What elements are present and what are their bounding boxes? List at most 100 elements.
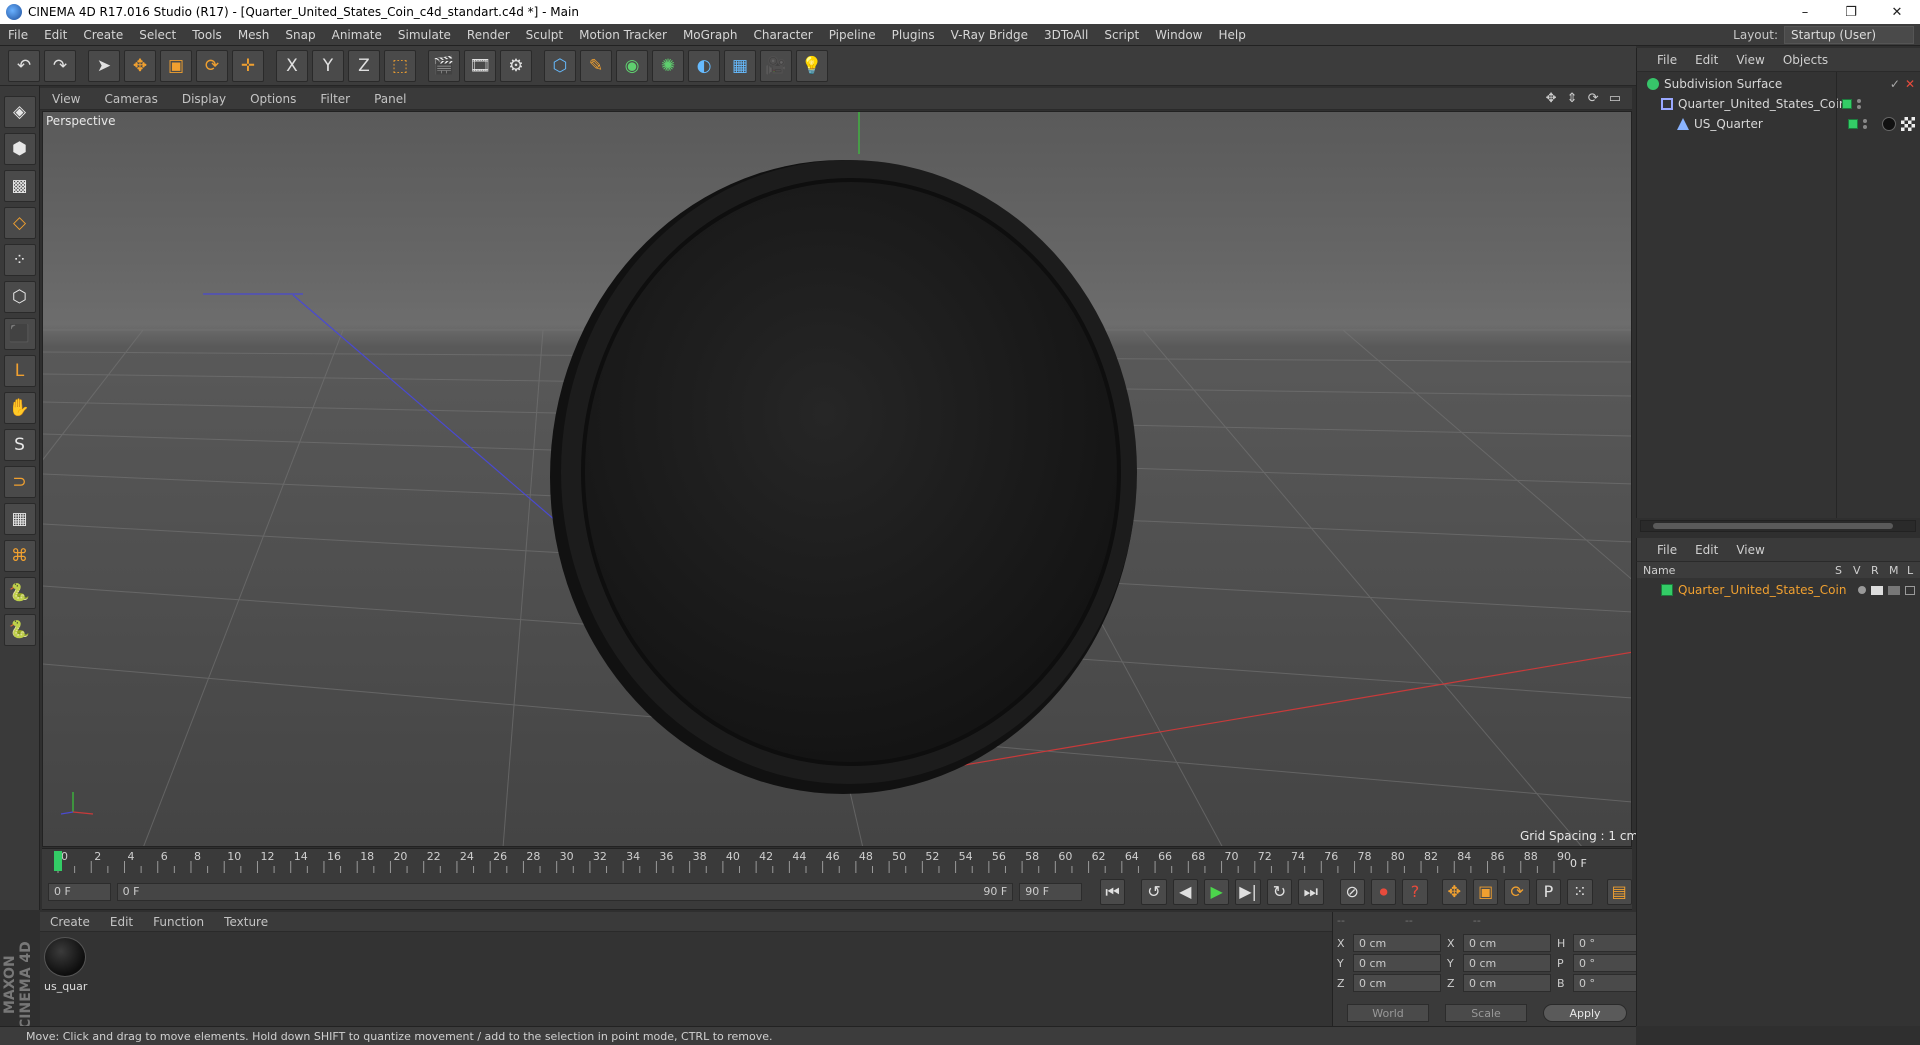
undo-icon[interactable]: ↶ xyxy=(8,49,40,82)
size-y-field[interactable]: 0 cm xyxy=(1463,954,1551,972)
autokey-help-icon[interactable]: ? xyxy=(1402,878,1428,905)
perspective-viewport[interactable] xyxy=(42,111,1632,847)
timeline-ruler[interactable]: 0 2 4 6 8 10 12 14 16 18 20 22 24 26 28 30 32 34 36 38 40 42 4… xyxy=(42,848,1632,874)
uvw-tag-icon[interactable] xyxy=(1901,117,1915,131)
key-rotation-icon[interactable]: ⟳ xyxy=(1504,878,1530,905)
menu-sculpt[interactable]: Sculpt xyxy=(518,28,571,42)
previous-frame-icon[interactable]: ◀ xyxy=(1172,878,1199,905)
axis-mode-icon[interactable]: L xyxy=(3,355,36,387)
key-position-icon[interactable]: ✥ xyxy=(1441,878,1468,905)
menu-character[interactable]: Character xyxy=(745,28,820,42)
close-button[interactable]: ✕ xyxy=(1874,5,1920,20)
menu-animate[interactable]: Animate xyxy=(324,28,390,42)
cloner-icon[interactable]: ✺ xyxy=(652,49,684,82)
minimize-button[interactable]: – xyxy=(1782,5,1828,20)
light-icon[interactable]: 💡 xyxy=(796,49,828,82)
viewport-menu-display[interactable]: Display xyxy=(170,92,238,106)
view-toggle-icon[interactable] xyxy=(1871,585,1883,595)
position-y-field[interactable]: 0 cm xyxy=(1353,954,1441,972)
key-parameter-icon[interactable]: P xyxy=(1535,878,1562,905)
python-2-icon[interactable]: 🐍 xyxy=(3,614,36,646)
layer-color-box[interactable] xyxy=(1848,119,1858,129)
menu-edit[interactable]: Edit xyxy=(36,28,75,42)
layer-menu-view[interactable]: View xyxy=(1727,543,1773,557)
layer-menu-file[interactable]: File xyxy=(1637,543,1686,557)
floor-icon[interactable]: ▦ xyxy=(724,49,756,82)
next-frame-icon[interactable]: ▶| xyxy=(1235,878,1261,905)
add-icon[interactable]: ✛ xyxy=(232,49,264,82)
frame-range-slider[interactable]: 0 F 90 F xyxy=(116,882,1014,901)
maximize-button[interactable]: ❐ xyxy=(1828,5,1874,20)
menu-plugins[interactable]: Plugins xyxy=(884,28,943,42)
layer-row[interactable]: Quarter_United_States_Coin xyxy=(1637,580,1920,600)
tweak-mode-icon[interactable]: ✋ xyxy=(3,392,36,424)
manager-toggle-icon[interactable] xyxy=(1905,585,1915,595)
menu-select[interactable]: Select xyxy=(131,28,184,42)
key-pla-icon[interactable]: ⁙ xyxy=(1567,878,1593,905)
model-mode-icon[interactable]: ⬢ xyxy=(3,133,36,165)
menu-mesh[interactable]: Mesh xyxy=(230,28,278,42)
menu-create[interactable]: Create xyxy=(75,28,131,42)
render-view-icon[interactable]: 🎬 xyxy=(428,49,460,82)
menu-3dtoall[interactable]: 3DToAll xyxy=(1036,28,1096,42)
menu-render[interactable]: Render xyxy=(459,28,518,42)
quantize-icon[interactable]: ⌘ xyxy=(3,540,36,572)
magnet-icon[interactable]: ⊃ xyxy=(3,466,36,498)
scale-dropdown[interactable]: Scale xyxy=(1445,1004,1527,1022)
menu-script[interactable]: Script xyxy=(1096,28,1147,42)
go-to-end-icon[interactable]: ⏭ xyxy=(1298,878,1324,905)
start-frame-field[interactable]: 0 F xyxy=(48,882,111,901)
render-off-icon[interactable]: ✕ xyxy=(1905,77,1915,91)
python-icon[interactable]: 🐍 xyxy=(3,577,36,609)
menu-window[interactable]: Window xyxy=(1147,28,1210,42)
solo-toggle-icon[interactable] xyxy=(1858,586,1866,594)
viewport-menu-panel[interactable]: Panel xyxy=(362,92,418,106)
menu-snap[interactable]: Snap xyxy=(277,28,323,42)
x-axis-icon[interactable]: X xyxy=(276,49,308,82)
select-arrow-icon[interactable]: ➤ xyxy=(88,49,120,82)
menu-simulate[interactable]: Simulate xyxy=(390,28,459,42)
visibility-dots[interactable] xyxy=(1863,119,1867,129)
key-scale-icon[interactable]: ▣ xyxy=(1473,878,1499,905)
coordinate-system-icon[interactable]: ⬚ xyxy=(384,49,416,82)
menu-mograph[interactable]: MoGraph xyxy=(675,28,746,42)
material-tag-icon[interactable] xyxy=(1882,117,1896,131)
material-thumbnail[interactable] xyxy=(44,937,86,977)
record-disabled-icon[interactable]: ⊘ xyxy=(1339,878,1365,905)
material-menu-edit[interactable]: Edit xyxy=(100,915,143,929)
z-axis-icon[interactable]: Z xyxy=(348,49,380,82)
previous-key-icon[interactable]: ↺ xyxy=(1141,878,1167,905)
camera-icon[interactable]: 🎥 xyxy=(760,49,792,82)
viewport-menu-cameras[interactable]: Cameras xyxy=(92,92,169,106)
play-icon[interactable]: ▶ xyxy=(1204,878,1230,905)
material-menu-texture[interactable]: Texture xyxy=(214,915,278,929)
pen-icon[interactable]: ✎ xyxy=(580,49,612,82)
subdivision-icon[interactable]: ◉ xyxy=(616,49,648,82)
redo-icon[interactable]: ↷ xyxy=(44,49,76,82)
layer-color-icon[interactable] xyxy=(1661,584,1673,596)
object-menu-view[interactable]: View xyxy=(1727,53,1773,67)
menu-help[interactable]: Help xyxy=(1210,28,1253,42)
workplane-icon[interactable]: ◇ xyxy=(3,207,36,239)
layout-dropdown[interactable]: Startup (User) xyxy=(1784,25,1914,44)
menu-motion-tracker[interactable]: Motion Tracker xyxy=(571,28,675,42)
move-icon[interactable]: ✥ xyxy=(124,49,156,82)
material-menu-function[interactable]: Function xyxy=(143,915,214,929)
timeline-window-icon[interactable]: ▤ xyxy=(1606,878,1632,905)
render-picture-viewer-icon[interactable]: 🎞 xyxy=(464,49,496,82)
apply-button[interactable]: Apply xyxy=(1543,1004,1627,1022)
viewport-menu-view[interactable]: View xyxy=(40,92,92,106)
world-dropdown[interactable]: World xyxy=(1347,1004,1429,1022)
object-horizontal-scrollbar[interactable] xyxy=(1640,520,1916,532)
edit-check-icon[interactable]: ✓ xyxy=(1890,77,1900,91)
render-toggle-icon[interactable] xyxy=(1888,585,1900,595)
viewport-nav-icons[interactable]: ✥ ⇕ ⟳ ▭ xyxy=(1546,91,1632,106)
scale-icon[interactable]: ▣ xyxy=(160,49,192,82)
cube-icon[interactable]: ⬡ xyxy=(544,49,576,82)
object-menu-edit[interactable]: Edit xyxy=(1686,53,1727,67)
menu-pipeline[interactable]: Pipeline xyxy=(821,28,884,42)
material-menu-create[interactable]: Create xyxy=(40,915,100,929)
position-z-field[interactable]: 0 cm xyxy=(1353,974,1441,992)
visibility-dots[interactable] xyxy=(1857,99,1861,109)
menu-vray-bridge[interactable]: V-Ray Bridge xyxy=(943,28,1036,42)
